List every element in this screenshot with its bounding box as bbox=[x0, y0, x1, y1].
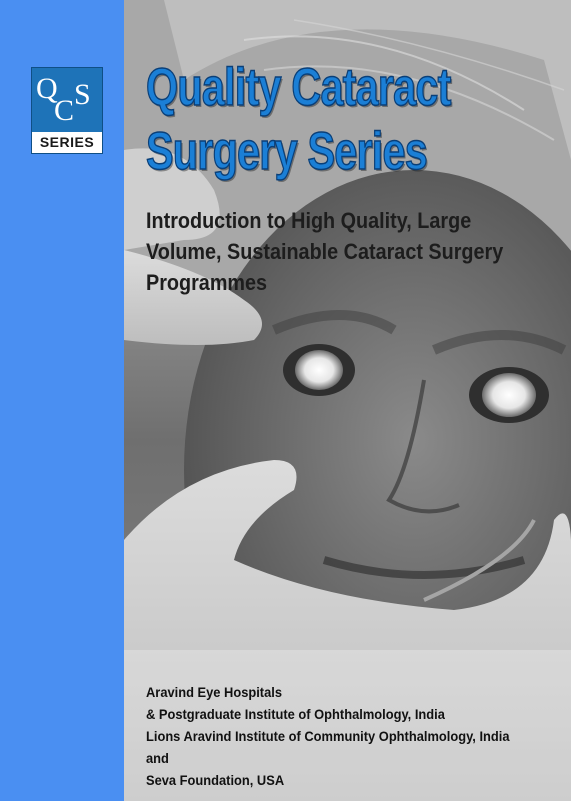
logo-series-label: SERIES bbox=[32, 132, 102, 153]
logo-letter-s: S bbox=[74, 78, 91, 111]
cover-subtitle: Introduction to High Quality, Large Volu… bbox=[146, 205, 526, 298]
cover-page: Q C S SERIES Quality Cataract Surgery Se… bbox=[0, 0, 571, 801]
publisher-line-4: and bbox=[146, 750, 169, 766]
cover-title: Quality Cataract Surgery Series bbox=[145, 56, 474, 184]
publisher-line-2: & Postgraduate Institute of Ophthalmolog… bbox=[146, 706, 445, 722]
subtitle-line-3: Programmes bbox=[146, 270, 268, 295]
qcs-logo-mark: Q C S bbox=[36, 72, 91, 127]
logo-letter-c: C bbox=[54, 94, 74, 127]
subtitle-line-1: Introduction to High Quality, Large bbox=[146, 208, 472, 233]
qcs-series-logo: Q C S SERIES bbox=[31, 67, 103, 154]
publisher-line-5: Seva Foundation, USA bbox=[146, 772, 285, 788]
title-line-1: Quality Cataract bbox=[145, 57, 452, 118]
title-line-2: Surgery Series bbox=[145, 121, 428, 182]
publisher-list: Aravind Eye Hospitals & Postgraduate Ins… bbox=[146, 681, 534, 791]
subtitle-line-2: Volume, Sustainable Cataract Surgery bbox=[146, 239, 504, 264]
publisher-line-3: Lions Aravind Institute of Community Oph… bbox=[146, 728, 510, 744]
publisher-line-1: Aravind Eye Hospitals bbox=[146, 684, 283, 700]
